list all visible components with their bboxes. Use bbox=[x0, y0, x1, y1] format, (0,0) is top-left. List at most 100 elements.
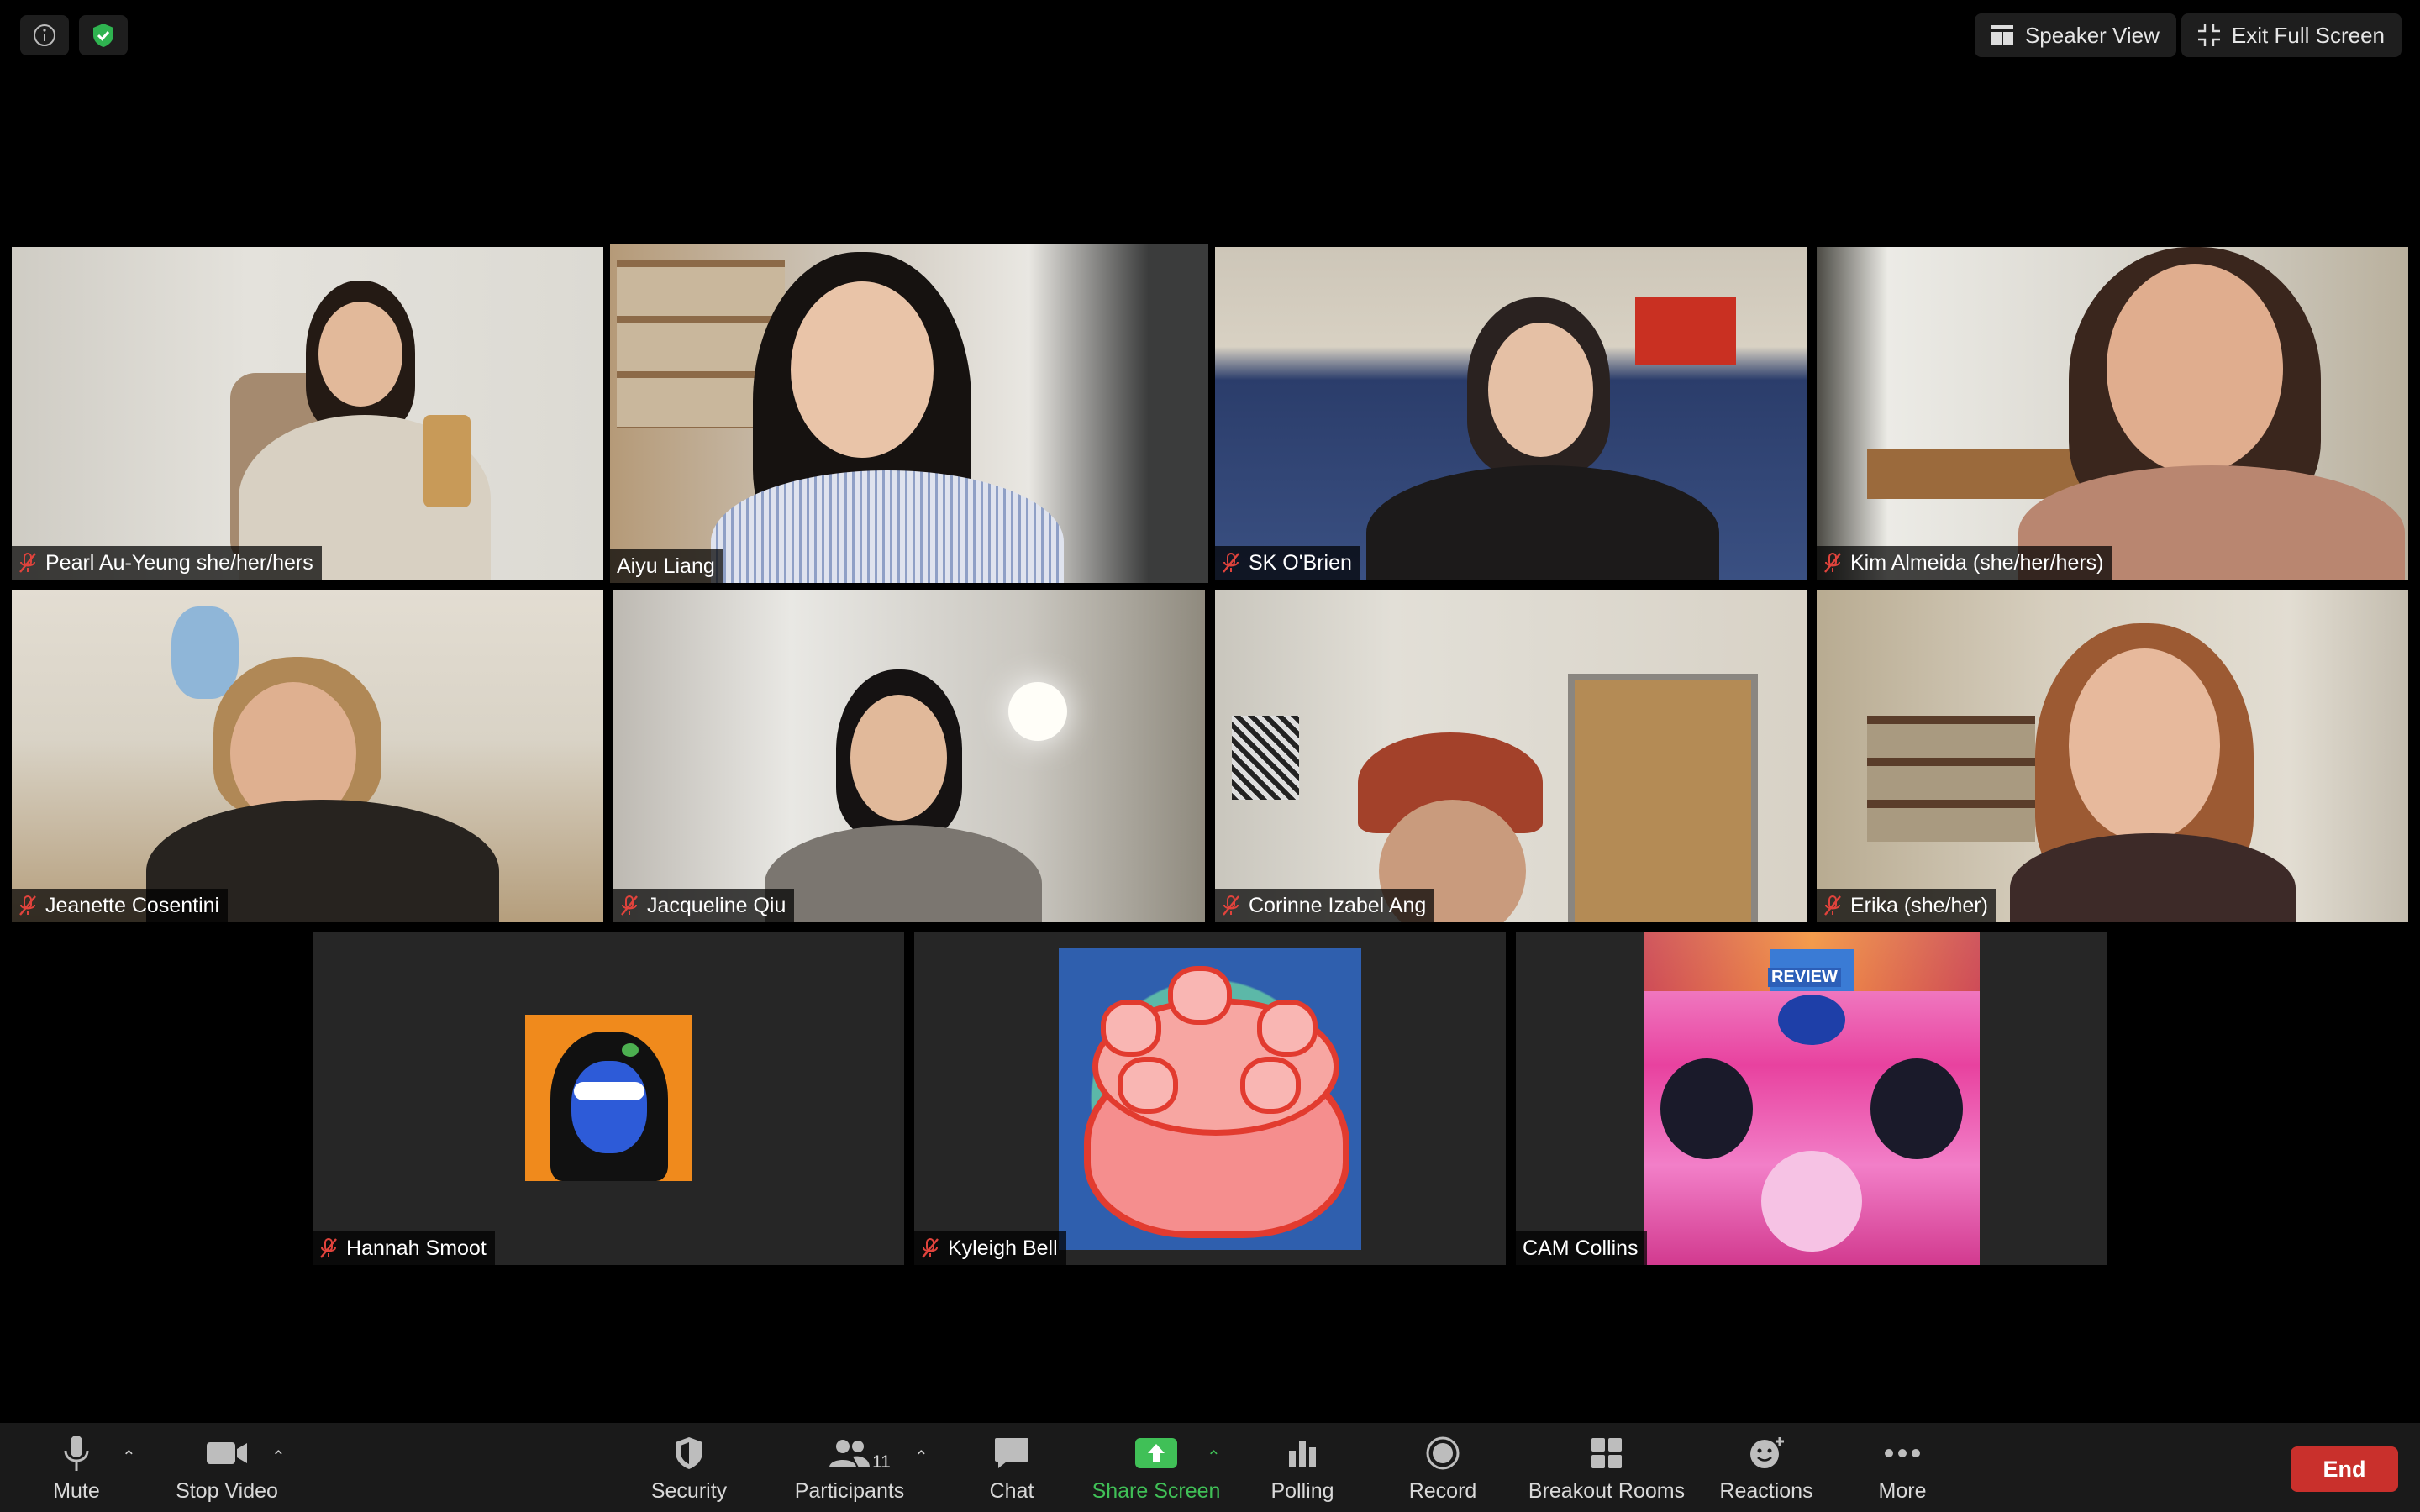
meeting-toolbar: Mute ⌃ Stop Video ⌃ Security 11 Particip… bbox=[0, 1423, 2420, 1512]
participant-name: Aiyu Liang bbox=[617, 554, 715, 578]
speaker-view-button[interactable]: Speaker View bbox=[1974, 13, 2176, 57]
participant-name: Kim Almeida (she/her/hers) bbox=[1850, 550, 2104, 575]
person-face bbox=[791, 281, 934, 458]
microphone-icon bbox=[64, 1435, 89, 1471]
participants-count: 11 bbox=[872, 1452, 891, 1472]
participant-name: Jeanette Cosentini bbox=[45, 893, 220, 917]
video-tile-active-speaker[interactable]: Aiyu Liang bbox=[610, 244, 1208, 583]
participants-button[interactable]: 11 Participants bbox=[790, 1423, 909, 1512]
participant-name: Kyleigh Bell bbox=[948, 1236, 1058, 1260]
video-camera-icon bbox=[207, 1441, 247, 1464]
bar-chart-icon bbox=[1289, 1440, 1316, 1467]
participants-options-caret[interactable]: ⌃ bbox=[914, 1446, 929, 1467]
shield-icon bbox=[676, 1436, 702, 1469]
reactions-label: Reactions bbox=[1719, 1478, 1813, 1503]
video-options-caret[interactable]: ⌃ bbox=[271, 1446, 286, 1467]
security-button[interactable]: Security bbox=[639, 1423, 739, 1512]
breakout-rooms-label: Breakout Rooms bbox=[1528, 1478, 1686, 1503]
participant-name-tag: Jacqueline Qiu bbox=[613, 889, 795, 922]
polling-label: Polling bbox=[1270, 1478, 1334, 1503]
muted-mic-icon bbox=[1223, 895, 1239, 916]
person-face bbox=[850, 695, 947, 821]
audio-options-caret[interactable]: ⌃ bbox=[122, 1446, 136, 1467]
security-label: Security bbox=[650, 1478, 728, 1503]
end-meeting-button[interactable]: End bbox=[2291, 1446, 2398, 1492]
muted-mic-icon bbox=[320, 1238, 337, 1258]
participant-name: Corinne Izabel Ang bbox=[1249, 893, 1427, 917]
muted-mic-icon bbox=[19, 553, 36, 573]
video-tile[interactable]: Hannah Smoot bbox=[313, 932, 904, 1265]
share-screen-button[interactable]: Share Screen bbox=[1089, 1423, 1223, 1512]
info-icon bbox=[34, 24, 55, 46]
zoom-meeting-window: Speaker View Exit Full Screen Pearl Au-Y… bbox=[0, 0, 2420, 1512]
meeting-info-button[interactable] bbox=[20, 15, 69, 55]
video-tile[interactable]: Kim Almeida (she/her/hers) bbox=[1817, 247, 2408, 580]
share-screen-icon bbox=[1135, 1437, 1177, 1468]
red-boxes bbox=[1635, 297, 1736, 365]
muted-mic-icon bbox=[19, 895, 36, 916]
muted-mic-icon bbox=[1223, 553, 1239, 573]
encryption-button[interactable] bbox=[79, 15, 128, 55]
video-tile[interactable]: Kyleigh Bell bbox=[914, 932, 1506, 1265]
participants-icon bbox=[829, 1439, 870, 1467]
exit-full-screen-label: Exit Full Screen bbox=[2231, 22, 2385, 48]
participant-name: CAM Collins bbox=[1523, 1236, 1639, 1260]
exit-full-screen-button[interactable]: Exit Full Screen bbox=[2181, 13, 2402, 57]
participant-name-tag: Corinne Izabel Ang bbox=[1215, 889, 1435, 922]
poster-title: REVIEW bbox=[1768, 968, 1841, 987]
share-screen-label: Share Screen bbox=[1092, 1478, 1221, 1503]
record-button[interactable]: Record bbox=[1403, 1423, 1482, 1512]
wall-drawing bbox=[171, 606, 239, 699]
person-face bbox=[2069, 648, 2220, 842]
more-button[interactable]: More bbox=[1867, 1423, 1938, 1512]
participant-name-tag: Pearl Au-Yeung she/her/hers bbox=[12, 546, 322, 580]
record-icon bbox=[1426, 1436, 1460, 1469]
muted-mic-icon bbox=[922, 1238, 939, 1258]
mute-button[interactable]: Mute bbox=[42, 1423, 111, 1512]
participant-name-tag: Kim Almeida (she/her/hers) bbox=[1817, 546, 2112, 580]
profile-picture bbox=[525, 1015, 692, 1181]
speaker-view-label: Speaker View bbox=[2024, 22, 2160, 48]
participant-name: SK O'Brien bbox=[1249, 550, 1352, 575]
reactions-button[interactable]: Reactions bbox=[1718, 1423, 1815, 1512]
muted-mic-icon bbox=[1824, 895, 1841, 916]
chat-button[interactable]: Chat bbox=[975, 1423, 1049, 1512]
video-tile[interactable]: SK O'Brien bbox=[1215, 247, 1807, 580]
ceiling-light bbox=[1008, 682, 1067, 741]
chat-label: Chat bbox=[989, 1478, 1034, 1503]
profile-picture-poster: REVIEW bbox=[1644, 932, 1980, 1265]
exit-full-screen-icon bbox=[2197, 24, 2220, 46]
participant-name-tag: Erika (she/her) bbox=[1817, 889, 1996, 922]
participant-name: Jacqueline Qiu bbox=[647, 893, 786, 917]
participant-name: Erika (she/her) bbox=[1850, 893, 1988, 917]
video-tile[interactable]: REVIEW CAM Collins bbox=[1516, 932, 2107, 1265]
participant-name-tag: Hannah Smoot bbox=[313, 1231, 495, 1265]
stop-video-label: Stop Video bbox=[176, 1478, 278, 1503]
breakout-rooms-button[interactable]: Breakout Rooms bbox=[1526, 1423, 1687, 1512]
video-tile[interactable]: Jacqueline Qiu bbox=[613, 590, 1205, 922]
participant-name-tag: Aiyu Liang bbox=[610, 549, 723, 583]
muted-mic-icon bbox=[1824, 553, 1841, 573]
door bbox=[1568, 674, 1758, 922]
polling-button[interactable]: Polling bbox=[1264, 1423, 1341, 1512]
video-tile[interactable]: Pearl Au-Yeung she/her/hers bbox=[12, 247, 603, 580]
share-options-caret[interactable]: ⌃ bbox=[1207, 1446, 1221, 1467]
video-tile[interactable]: Jeanette Cosentini bbox=[12, 590, 603, 922]
top-right-controls: Speaker View Exit Full Screen bbox=[1974, 13, 2402, 57]
grid-view-icon bbox=[1991, 25, 2013, 45]
breakout-rooms-icon bbox=[1591, 1437, 1622, 1468]
person-face bbox=[1488, 323, 1593, 457]
record-label: Record bbox=[1408, 1478, 1477, 1503]
participant-name: Hannah Smoot bbox=[346, 1236, 487, 1260]
video-tile[interactable]: Erika (she/her) bbox=[1817, 590, 2408, 922]
top-left-controls bbox=[20, 15, 128, 55]
participants-label: Participants bbox=[794, 1478, 905, 1503]
person-face bbox=[2107, 264, 2283, 474]
stop-video-button[interactable]: Stop Video bbox=[168, 1423, 286, 1512]
participant-name: Pearl Au-Yeung she/her/hers bbox=[45, 550, 313, 575]
video-tile[interactable]: Corinne Izabel Ang bbox=[1215, 590, 1807, 922]
poster bbox=[1232, 716, 1299, 800]
ellipsis-icon bbox=[1885, 1448, 1920, 1457]
participant-name-tag: SK O'Brien bbox=[1215, 546, 1360, 580]
chat-bubble-icon bbox=[995, 1437, 1028, 1468]
